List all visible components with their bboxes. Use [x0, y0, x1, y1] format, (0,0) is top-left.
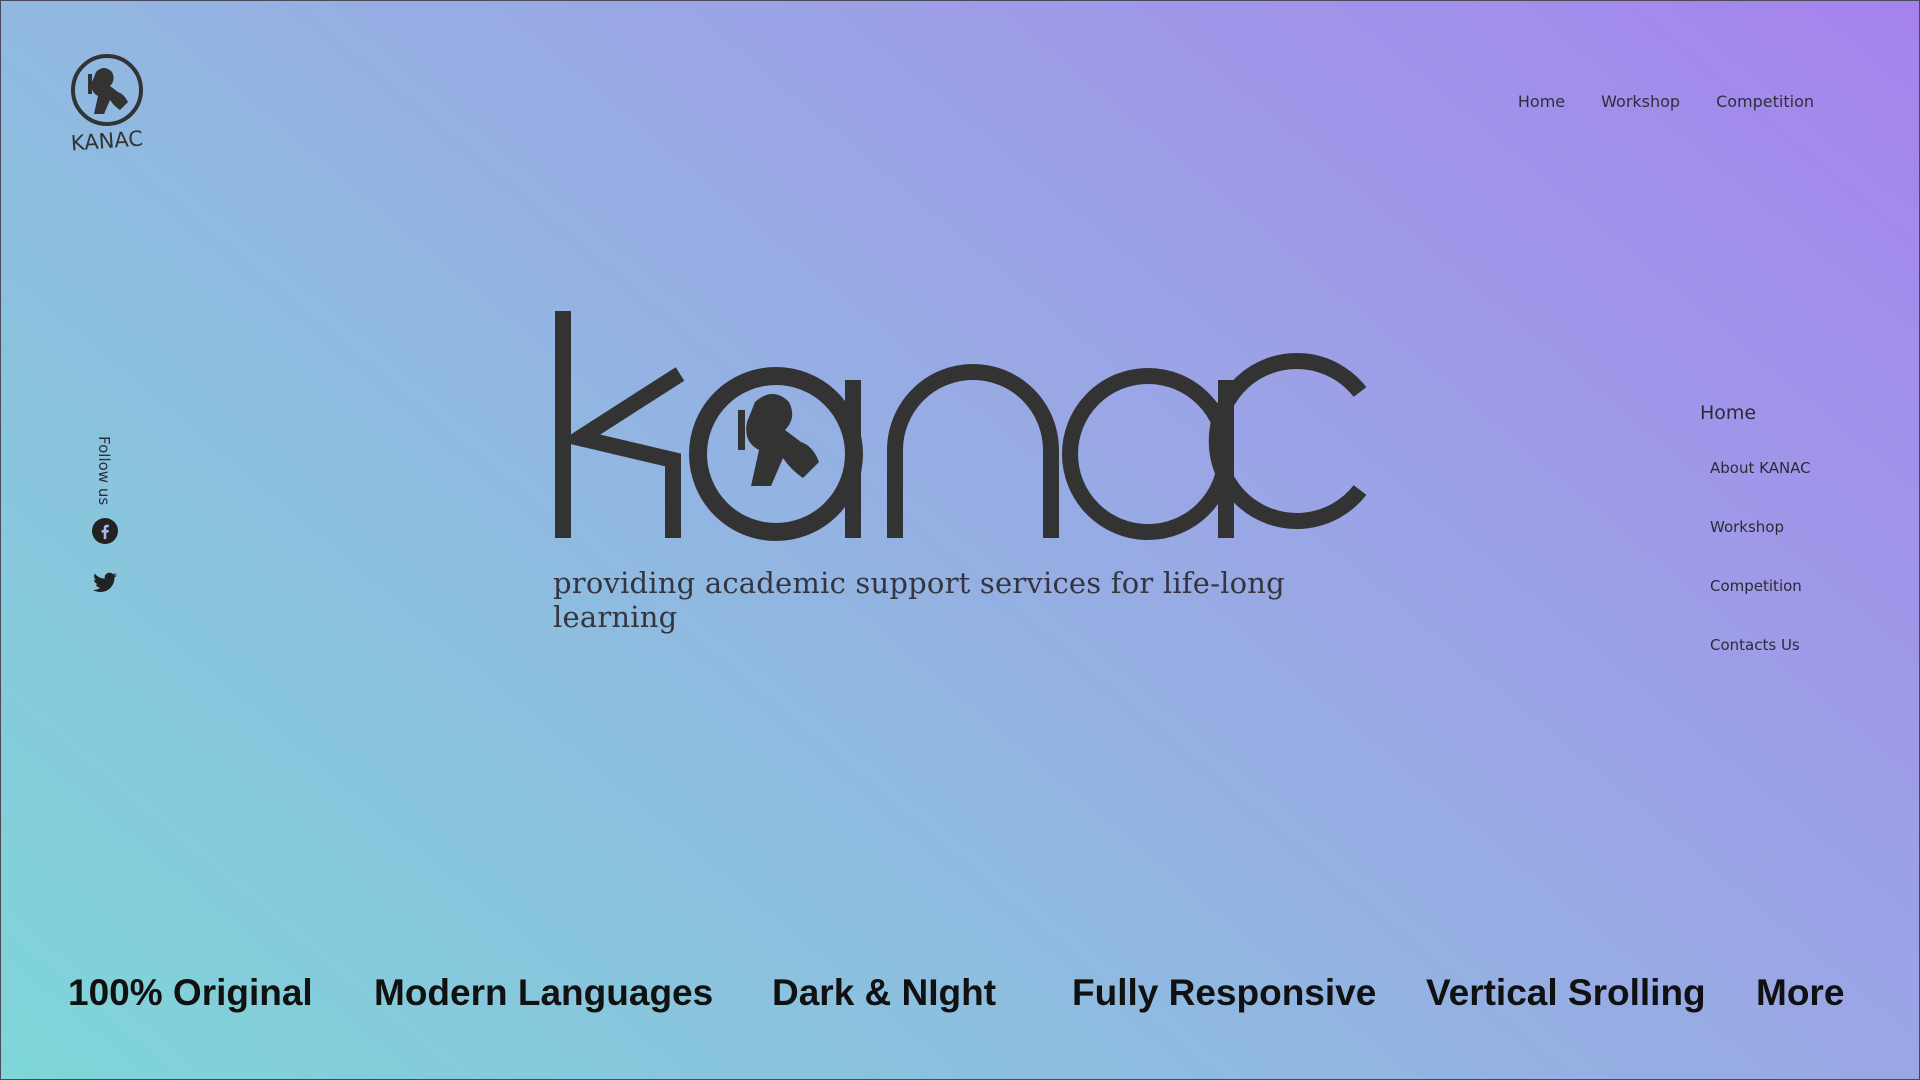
side-nav-about[interactable]: About KANAC [1710, 458, 1811, 517]
logo-text: KANAC [70, 127, 144, 152]
side-nav-contacts[interactable]: Contacts Us [1710, 635, 1811, 694]
facebook-icon[interactable] [92, 518, 118, 544]
side-nav-competition[interactable]: Competition [1710, 576, 1811, 635]
side-nav-home[interactable]: Home [1700, 402, 1811, 424]
feature-languages: Modern Languages [374, 972, 714, 1013]
hero-wordmark [550, 300, 1370, 550]
features-strip: 100% Original Modern Languages Dark & NI… [0, 972, 1920, 1022]
feature-more[interactable]: More [1756, 972, 1844, 1014]
top-nav: Home Workshop Competition [1518, 92, 1814, 111]
follow-us-label: Follow us [95, 436, 113, 506]
feature-responsive: Fully Responsive [1072, 972, 1377, 1013]
feature-original: 100% Original [68, 972, 313, 1013]
side-nav: Home About KANAC Workshop Competition Co… [1700, 402, 1811, 694]
top-nav-home[interactable]: Home [1518, 92, 1565, 111]
side-nav-workshop[interactable]: Workshop [1710, 517, 1811, 576]
top-nav-workshop[interactable]: Workshop [1601, 92, 1680, 111]
top-nav-competition[interactable]: Competition [1716, 92, 1814, 111]
twitter-icon[interactable] [92, 570, 118, 596]
kanac-logo[interactable]: KANAC [66, 52, 148, 152]
kanac-wordmark-logo [555, 311, 1367, 541]
hero-tagline: providing academic support services for … [553, 566, 1285, 634]
feature-vertical-scrolling: Vertical Srolling [1426, 972, 1706, 1013]
feature-dark-night: Dark & NIght [772, 972, 997, 1013]
kanac-logo-emblem-icon: KANAC [70, 54, 144, 152]
